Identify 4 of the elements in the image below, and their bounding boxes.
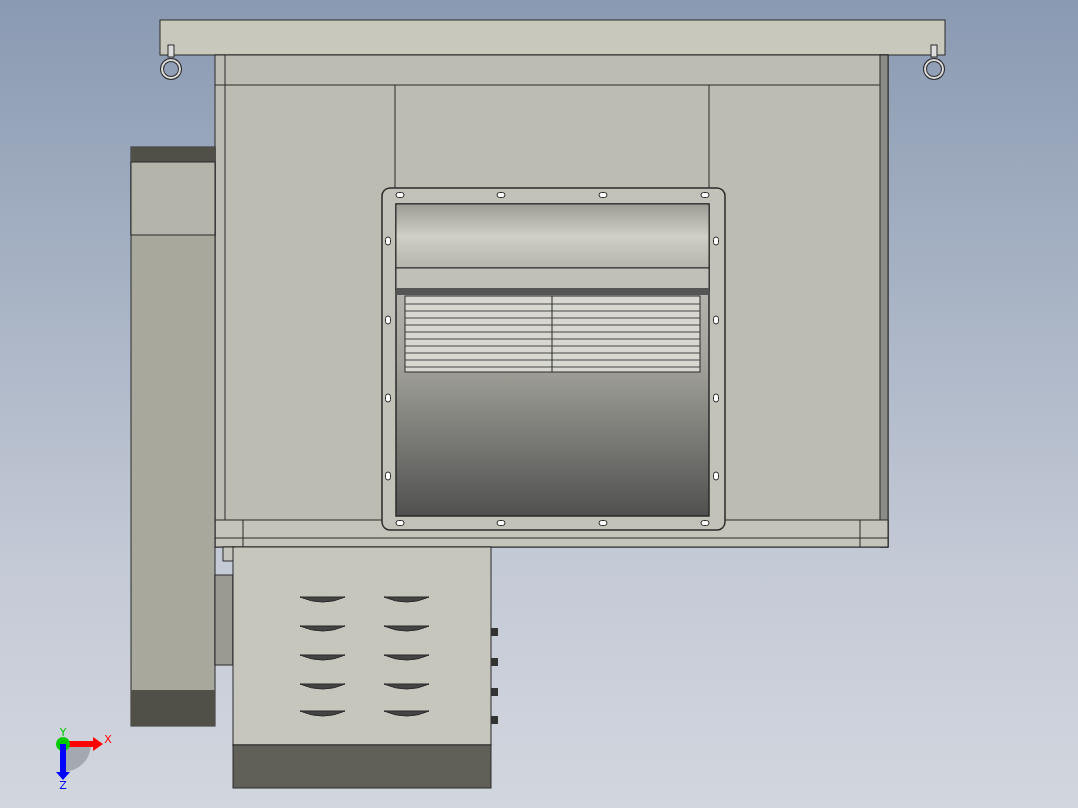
axis-label: Z <box>59 779 67 792</box>
axis-label: Y <box>59 726 67 739</box>
axis-label: X <box>104 733 112 746</box>
axis-triad-drawing <box>56 737 103 780</box>
